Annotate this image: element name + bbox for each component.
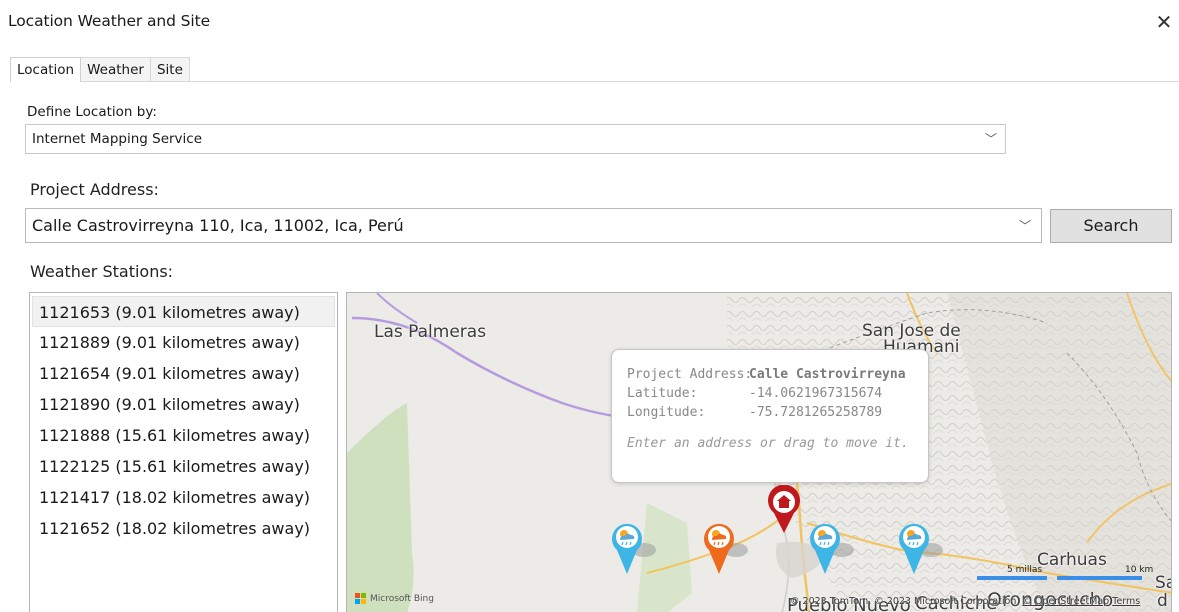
station-item[interactable]: 1121417 (18.02 kilometres away) [30,482,337,513]
map-view[interactable]: Las Palmeras San Jose de Huamani Carhuas… [346,292,1172,612]
map-copyright: © 2023 TomTom, © 2023 Microsoft Corporat… [790,596,1140,607]
station-item[interactable]: 1121654 (9.01 kilometres away) [30,358,337,389]
project-address-label: Project Address: [30,180,159,199]
popup-latitude-value: -14.0621967315674 [749,386,883,401]
close-button[interactable]: ✕ [1149,8,1179,36]
home-pin-icon[interactable] [766,485,802,535]
popup-longitude-key: Longitude: [627,405,706,420]
define-location-label: Define Location by: [27,104,157,120]
popup-address-value: Calle Castrovirreyna [749,367,906,382]
project-address-popup: Project Address:Calle Castrovirreyna Lat… [611,349,929,483]
station-item[interactable]: 1121889 (9.01 kilometres away) [30,327,337,358]
bing-attribution-text: Microsoft Bing [370,593,434,604]
project-address-input[interactable]: Calle Castrovirreyna 110, Ica, 11002, Ic… [25,208,1042,243]
define-location-select[interactable]: Internet Mapping Service ﹀ [25,124,1006,154]
scale-bar-miles [977,576,1047,580]
weather-station-pin-icon[interactable] [702,520,750,576]
station-item[interactable]: 1121888 (15.61 kilometres away) [30,420,337,451]
close-icon: ✕ [1155,10,1173,34]
popup-hint: Enter an address or drag to move it. [627,436,909,451]
map-place-sa: Sa [1155,573,1171,593]
chevron-down-icon[interactable]: ﹀ [1019,210,1031,243]
map-place-las-palmeras: Las Palmeras [374,322,487,342]
station-item[interactable]: 1121890 (9.01 kilometres away) [30,389,337,420]
title-bar: Location Weather and Site ✕ [0,0,1179,42]
popup-latitude-key: Latitude: [627,386,698,401]
project-address-value: Calle Castrovirreyna 110, Ica, 11002, Ic… [32,216,404,235]
define-location-value: Internet Mapping Service [32,131,203,147]
scale-bar-km [1057,576,1142,580]
station-item[interactable]: 1121652 (18.02 kilometres away) [30,513,337,544]
station-item[interactable]: 1121653 (9.01 kilometres away) [32,296,335,327]
popup-address-key: Project Address: [627,367,753,382]
tab-weather[interactable]: Weather [80,57,151,81]
weather-stations-label: Weather Stations: [30,262,174,281]
map-place-d: d [1157,591,1168,611]
tab-strip: Location Weather Site [10,57,190,82]
microsoft-logo-icon [355,593,366,604]
station-item[interactable]: 1122125 (15.61 kilometres away) [30,451,337,482]
tab-divider [10,81,1179,82]
osm-link[interactable]: © OpenStreetMap [1022,596,1109,607]
copyright-text: © 2023 TomTom, © 2023 Microsoft Corporat… [790,596,1023,607]
search-button[interactable]: Search [1050,209,1172,243]
window-title: Location Weather and Site [8,12,211,30]
map-place-carhuas: Carhuas [1037,550,1107,570]
terms-link[interactable]: Terms [1112,596,1140,607]
weather-station-pin-icon[interactable] [610,520,658,576]
tab-site[interactable]: Site [149,57,190,81]
scale-km: 10 km [1125,565,1154,575]
popup-longitude-value: -75.7281265258789 [749,405,883,420]
scale-miles: 5 millas [1007,565,1043,575]
weather-station-pin-icon[interactable] [897,520,945,576]
weather-station-pin-icon[interactable] [808,520,856,576]
tab-location[interactable]: Location [10,57,82,82]
bing-attribution: Microsoft Bing [355,593,434,604]
chevron-down-icon: ﹀ [984,132,997,146]
weather-stations-list[interactable]: 1121653 (9.01 kilometres away) 1121889 (… [29,292,338,612]
